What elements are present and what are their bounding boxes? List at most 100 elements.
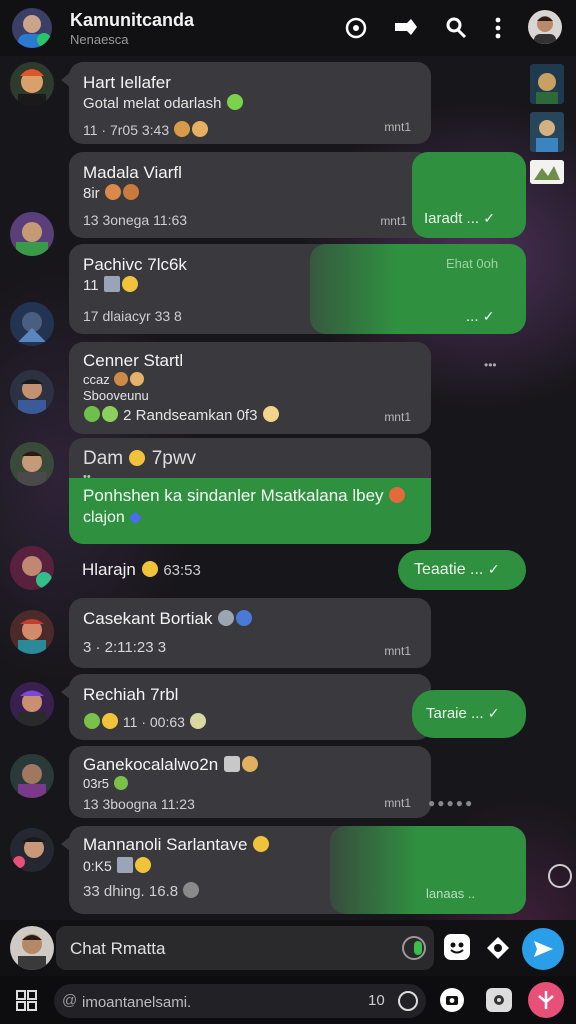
read-check-icon: ✓	[487, 561, 500, 577]
message-bubble[interactable]: Casekant Bortiak 3 · 2:11:23 3 mnt1	[69, 598, 431, 668]
sender-avatar[interactable]	[10, 546, 54, 590]
group-avatar[interactable]	[12, 8, 52, 48]
message-meta: 13 3onega 11:63	[83, 212, 188, 228]
message-meta: 33 dhing. 16.8	[83, 883, 179, 900]
mention-icon: @	[62, 992, 78, 1009]
reply-bubble[interactable]: Iaradt ... ✓	[412, 152, 526, 238]
message-text: Ponhshen ka sindanler Msatkalana lbey	[83, 486, 384, 505]
sender-name: Rechiah 7rbl	[83, 685, 179, 704]
compose-bar	[0, 920, 576, 976]
message-meta: 17 dlaiacyr 33 8	[83, 308, 182, 324]
new-chat-fab[interactable]	[528, 982, 564, 1018]
camera-icon[interactable]	[440, 988, 464, 1012]
sender-avatar[interactable]	[10, 212, 54, 256]
bottom-search-input[interactable]	[80, 984, 364, 1020]
more-options-icon[interactable]	[484, 14, 512, 42]
sender-avatar[interactable]	[10, 370, 54, 414]
reply-text: Iaradt ...	[424, 210, 480, 227]
reply-text: Ehat 0oh	[446, 256, 499, 271]
side-dots: •••	[484, 358, 497, 372]
side-thumbnail[interactable]	[530, 64, 564, 104]
video-call-icon[interactable]	[392, 14, 420, 42]
reply-bubble[interactable]: Teaatie ... ✓	[398, 550, 526, 590]
emoji-icon	[84, 713, 100, 729]
chat-subtitle: Nenaesca	[70, 32, 129, 47]
emoji-icon	[389, 487, 406, 503]
message-bubble[interactable]: Madala Viarfl 8ir 13 3onega 11:63 mnt1	[69, 152, 431, 238]
reply-bubble[interactable]: Taraie ... ✓	[412, 690, 526, 738]
emoji-icon	[84, 406, 100, 422]
emoji-icon	[103, 276, 120, 292]
emoji-icon	[223, 756, 240, 772]
sender-name: Ganekocalalwo2n	[83, 755, 219, 774]
message-text: 8ir	[83, 185, 100, 202]
emoji-icon	[102, 406, 118, 422]
my-profile-avatar[interactable]	[528, 10, 562, 44]
sender-name: Casekant Bortiak	[83, 609, 213, 628]
emoji-icon	[189, 713, 206, 729]
message-bubble[interactable]: Cenner Startl ccaz Sbooveunu 2 Randseamk…	[69, 342, 431, 434]
emoji-picker-icon[interactable]	[444, 934, 470, 960]
sender-avatar[interactable]	[10, 610, 54, 654]
emoji-icon	[113, 776, 128, 790]
status-icon[interactable]	[342, 14, 370, 42]
message-meta: 11 · 00:63	[122, 714, 185, 730]
emoji-icon	[241, 756, 258, 772]
message-text: 11	[83, 277, 99, 294]
sender-avatar[interactable]	[10, 828, 54, 872]
emoji-icon	[104, 184, 121, 200]
sender-name: Hart Iellafer	[83, 73, 171, 92]
chat-title[interactable]: Kamunitcanda	[70, 10, 194, 31]
message-text-prefix: ccaz	[83, 372, 110, 387]
emoji-icon	[183, 882, 200, 898]
message-text-cont: clajon	[83, 509, 125, 526]
compose-field	[56, 926, 434, 972]
grid-menu-icon[interactable]	[16, 990, 38, 1017]
typing-indicator: ●●●●●	[428, 796, 475, 810]
message-input[interactable]	[68, 926, 392, 972]
reply-bubble[interactable]: Ehat 0oh ... ✓	[310, 244, 526, 334]
sticker-icon[interactable]	[402, 936, 426, 960]
search-user-icon[interactable]	[442, 14, 470, 42]
sender-avatar[interactable]	[10, 62, 54, 106]
scroll-down-icon[interactable]	[548, 864, 572, 888]
sender-avatar[interactable]	[10, 442, 54, 486]
emoji-icon	[122, 184, 139, 200]
sender-avatar[interactable]	[10, 682, 54, 726]
message-meta-right: mnt1	[380, 214, 407, 228]
side-thumbnail[interactable]	[530, 160, 564, 184]
emoji-icon	[129, 450, 146, 466]
sender-name: Madala Viarfl	[83, 163, 182, 182]
attach-icon[interactable]	[484, 934, 512, 962]
emoji-icon	[236, 610, 253, 626]
message-meta-right: mnt1	[384, 410, 411, 424]
emoji-icon	[192, 121, 209, 137]
message-bubble[interactable]: Ganekocalalwo2n 03r5 13 3boogna 11:23 mn…	[69, 746, 431, 818]
message-bubble[interactable]: Rechiah 7rbl 11 · 00:63	[61, 674, 431, 740]
message-meta: 13 3boogna 11:23	[83, 796, 195, 812]
diamond-icon: ◆	[129, 509, 142, 526]
side-thumbnail[interactable]	[530, 112, 564, 152]
timestamp-mini: ••	[83, 471, 91, 483]
chat-header: Kamunitcanda Nenaesca	[0, 0, 576, 56]
emoji-icon	[253, 836, 270, 852]
inline-time: 63:53	[163, 562, 201, 579]
send-button[interactable]	[522, 928, 564, 970]
message-text: 0:K5	[83, 858, 112, 874]
timer-icon[interactable]	[398, 991, 418, 1011]
message-meta: 2 Randseamkan 0f3	[123, 407, 258, 424]
sender-avatar[interactable]	[10, 754, 54, 798]
emoji-icon	[102, 713, 118, 729]
message-bubble-highlight[interactable]: Dam 7pwv •• Ponhshen ka sindanler Msatka…	[69, 438, 431, 544]
bottom-search: @ 10	[54, 984, 426, 1020]
search-count: 10	[368, 992, 385, 1009]
message-bubble[interactable]: Hart Iellafer Gotal melat odarlash 11 · …	[61, 62, 431, 144]
sender-avatar[interactable]	[10, 302, 54, 346]
compose-avatar[interactable]	[10, 926, 54, 970]
bottom-nav: @ 10	[0, 976, 576, 1024]
sender-name-suffix: 7pwv	[151, 448, 197, 469]
gallery-icon[interactable]	[486, 988, 512, 1012]
reply-bubble[interactable]: lanaas ..	[330, 826, 526, 914]
read-check-icon: ✓	[483, 210, 495, 226]
message-text: Gotal melat odarlash	[83, 95, 222, 112]
